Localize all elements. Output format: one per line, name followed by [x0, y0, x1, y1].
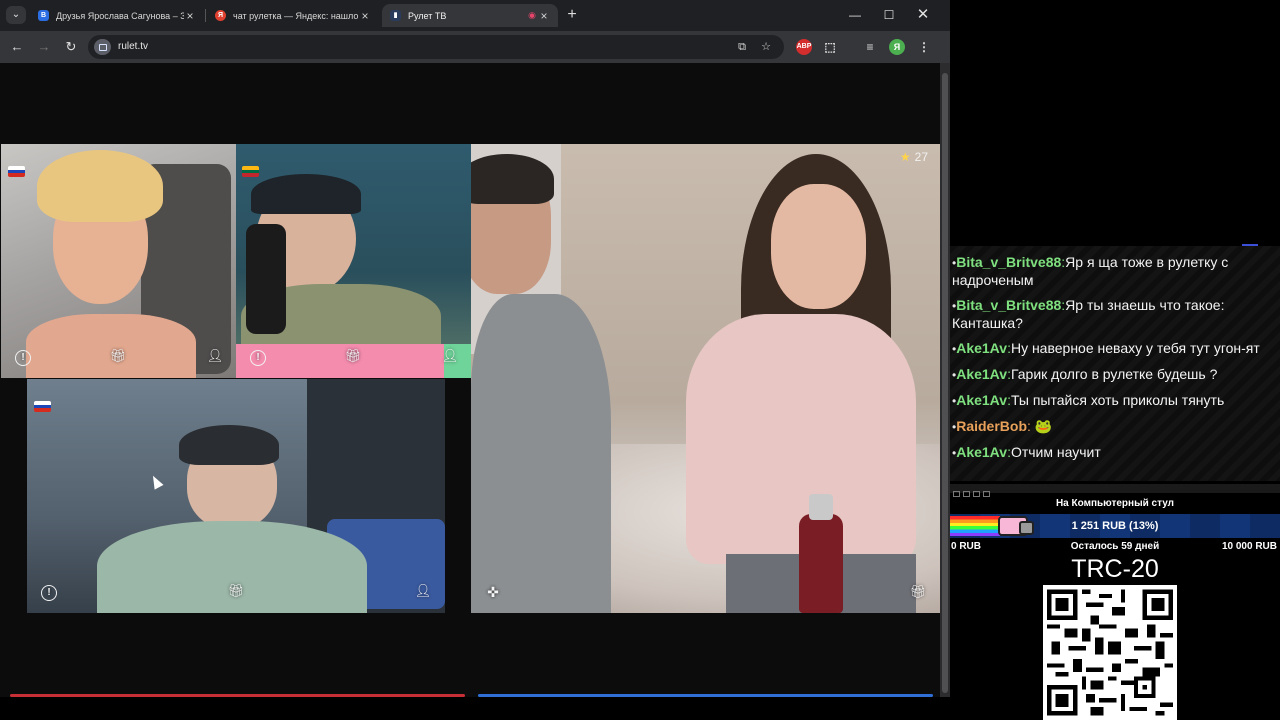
tab-search-button[interactable]: ⌄	[6, 6, 26, 24]
chat-username: Bita_v_Britve88	[956, 297, 1062, 313]
donation-max: 10 000 RUB	[1221, 541, 1277, 552]
adblock-icon[interactable]: ABP	[796, 39, 812, 55]
russia-flag-icon	[8, 166, 25, 177]
crypto-label: TRC-20	[1071, 555, 1159, 583]
gift-icon[interactable]: 🎁︎	[342, 345, 364, 367]
page-scrollbar[interactable]	[940, 63, 950, 697]
chat-message: •Ake1Av:Гарик долго в рулетке будешь ?	[952, 366, 1218, 382]
mouse-cursor-icon	[148, 473, 164, 490]
beanie-shape	[179, 425, 279, 465]
tab-title: чат рулетка — Яндекс: нашло	[233, 10, 359, 21]
new-tab-button[interactable]: +	[565, 6, 579, 24]
bookmark-star-icon[interactable]: ☆	[758, 39, 774, 55]
tab-title: Рулет ТВ	[408, 10, 447, 21]
gamepad-icon[interactable]: ✜	[482, 581, 504, 603]
chat-text: Ты пытайся хоть приколы тянуть	[1010, 392, 1225, 408]
chat-message: •Bita_v_Britve88:Яр ты знаешь что такое:…	[952, 297, 1225, 331]
chat-username: Ake1Av	[956, 366, 1008, 382]
chat-text: Ну наверное неваху у тебя тут угон-ят	[1010, 340, 1260, 356]
red-action-bar[interactable]	[10, 694, 465, 697]
tab-rulet-tv[interactable]: ▮ Рулет ТВ ◉ ×	[382, 4, 558, 27]
media-control-icon[interactable]: ≡	[862, 39, 878, 55]
chat-username: Ake1Av	[956, 340, 1008, 356]
tab-title: Друзья Ярослава Сагунова – З	[56, 10, 184, 21]
chat-text: Гарик долго в рулетке будешь ?	[1010, 366, 1218, 382]
donation-goal-title: На Компьютерный стул	[1055, 498, 1175, 509]
back-icon[interactable]: ←	[8, 38, 26, 56]
profile-icon[interactable]: 👤︎	[439, 345, 461, 367]
overlay-mini-toolbar	[950, 484, 1280, 497]
close-tab-icon[interactable]: ×	[359, 9, 371, 23]
page-content: ! 🎁︎ 👤︎ ! 🎁︎ 👤︎ ! 🎁︎ 👤︎ ★ 27 ✜ 🎁︎	[0, 63, 940, 697]
close-tab-icon[interactable]: ×	[538, 9, 550, 23]
menu-icon[interactable]: ⋮	[916, 39, 932, 55]
lithuania-flag-icon	[242, 166, 259, 177]
gift-icon[interactable]: 🎁︎	[107, 345, 129, 367]
hair-shape	[37, 150, 163, 222]
qr-code	[1043, 585, 1177, 720]
chat-message: •RaiderBob: 🐸	[952, 418, 1053, 434]
minimize-button[interactable]: —	[845, 6, 865, 24]
man-hoodie-shape	[471, 294, 611, 613]
maximize-button[interactable]: ☐	[879, 6, 899, 24]
browser-toolbar: ← → ↻ rulet.tv ⧉ ☆ ABP ⬚ ≡ Я ⋮	[0, 31, 950, 63]
star-icon: ★	[899, 150, 911, 164]
russia-flag-icon	[34, 401, 51, 412]
qr-code-graphic	[1047, 589, 1173, 716]
rulet-icon: ▮	[390, 10, 401, 21]
chat-username: Ake1Av	[956, 444, 1008, 460]
close-tab-icon[interactable]: ×	[184, 9, 196, 23]
report-icon[interactable]: !	[15, 350, 31, 366]
tab-divider	[205, 9, 206, 22]
video-tile-top-middle[interactable]: ! 🎁︎ 👤︎	[236, 144, 471, 378]
gift-icon[interactable]: 🎁︎	[907, 581, 929, 603]
tab-vk-friends[interactable]: В Друзья Ярослава Сагунова – З ×	[30, 4, 204, 27]
chat-username: RaiderBob	[956, 418, 1027, 434]
chat-username: Ake1Av	[956, 392, 1008, 408]
install-app-icon[interactable]: ⧉	[734, 39, 750, 55]
blue-action-bar[interactable]	[478, 694, 933, 697]
bottle-shape	[799, 514, 843, 613]
recording-icon: ◉	[528, 10, 536, 20]
scrollbar-thumb[interactable]	[942, 73, 948, 693]
gift-icon[interactable]: 🎁︎	[225, 580, 247, 602]
chat-username: Bita_v_Britve88	[956, 254, 1062, 270]
address-bar[interactable]: rulet.tv ⧉ ☆	[88, 35, 784, 59]
microphone-shape	[246, 224, 286, 334]
yandex-icon: Я	[215, 10, 226, 21]
report-icon[interactable]: !	[250, 350, 266, 366]
bottle-cap-shape	[809, 494, 833, 520]
browser-window: ⌄ В Друзья Ярослава Сагунова – З × Я чат…	[0, 0, 950, 697]
video-tile-main[interactable]: ★ 27 ✜ 🎁︎	[471, 144, 940, 613]
donation-current-amount: 1 251 RUB (13%)	[1071, 520, 1159, 532]
reload-icon[interactable]: ↻	[62, 38, 80, 56]
star-rating: ★ 27	[900, 150, 928, 164]
vk-icon: В	[38, 10, 49, 21]
hair-shape	[251, 174, 361, 214]
chat-message: •Ake1Av:Ты пытайся хоть приколы тянуть	[952, 392, 1225, 408]
frog-emote-icon: 🐸	[1034, 418, 1053, 434]
tab-strip: ⌄ В Друзья Ярослава Сагунова – З × Я чат…	[0, 0, 950, 31]
chat-message: •Bita_v_Britve88:Яр я ща тоже в рулетку …	[952, 254, 1229, 288]
extensions-icon[interactable]: ⬚	[822, 39, 838, 55]
close-window-button[interactable]: ✕	[913, 6, 933, 24]
chat-message: •Ake1Av:Отчим научит	[952, 444, 1101, 460]
chat-text: Отчим научит	[1010, 444, 1101, 460]
profile-icon[interactable]: 👤︎	[204, 345, 226, 367]
forward-icon[interactable]: →	[35, 38, 53, 56]
url-text: rulet.tv	[118, 41, 149, 52]
stream-overlay: •Bita_v_Britve88:Яр я ща тоже в рулетку …	[950, 0, 1280, 720]
report-icon[interactable]: !	[41, 585, 57, 601]
video-tile-top-left[interactable]: ! 🎁︎ 👤︎	[1, 144, 236, 378]
profile-icon[interactable]: 👤︎	[412, 580, 434, 602]
site-info-icon[interactable]	[94, 39, 111, 55]
chat-message: •Ake1Av:Ну наверное неваху у тебя тут уг…	[952, 340, 1260, 356]
tab-yandex-search[interactable]: Я чат рулетка — Яндекс: нашло ×	[207, 4, 379, 27]
video-tile-bottom-left[interactable]: ! 🎁︎ 👤︎	[27, 379, 445, 613]
woman-face-front-shape	[771, 184, 866, 309]
star-count-value: 27	[914, 150, 928, 164]
man-hair-shape	[471, 154, 554, 204]
profile-avatar[interactable]: Я	[889, 39, 905, 55]
chat-panel: •Bita_v_Britve88:Яр я ща тоже в рулетку …	[950, 246, 1280, 481]
